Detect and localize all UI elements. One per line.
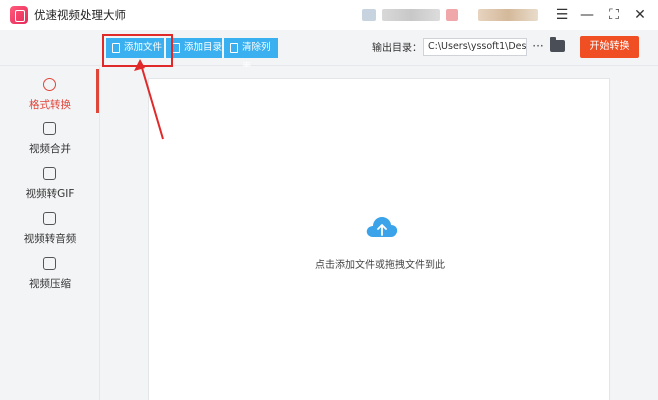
file-drop-zone[interactable]: 点击添加文件或拖拽文件到此 [148, 78, 610, 400]
sidebar: 格式转换 视频合并 视频转GIF 视频转音频 视频压缩 [0, 67, 100, 400]
sidebar-item-label: 视频转音频 [23, 233, 77, 245]
sidebar-item-format-convert[interactable]: 格式转换 [0, 78, 100, 122]
sidebar-item-video-merge[interactable]: 视频合并 [0, 122, 100, 166]
sidebar-item-label: 视频转GIF [25, 188, 75, 200]
app-logo-icon [10, 6, 28, 24]
compress-icon [43, 257, 56, 270]
folder-add-icon [172, 43, 180, 53]
blurred-avatar [362, 9, 376, 21]
output-dir-label: 输出目录： [372, 43, 422, 54]
trash-icon [230, 43, 238, 53]
sidebar-item-label: 格式转换 [29, 99, 71, 111]
sidebar-item-video-to-gif[interactable]: 视频转GIF [0, 167, 100, 211]
main-area: 点击添加文件或拖拽文件到此 [100, 67, 658, 400]
format-convert-icon [43, 78, 56, 91]
cloud-upload-icon [365, 215, 399, 239]
clear-list-button[interactable]: 清除列表 [224, 38, 278, 73]
sidebar-item-video-compress[interactable]: 视频压缩 [0, 257, 100, 301]
video-merge-icon [43, 122, 56, 135]
close-icon[interactable]: ✕ [630, 5, 650, 25]
blurred-badge [446, 9, 458, 21]
gif-icon [43, 167, 56, 180]
blurred-account-info [382, 9, 440, 21]
maximize-icon[interactable]: ⛶ [604, 5, 624, 25]
add-folder-button[interactable]: 添加目录 [166, 38, 222, 58]
sidebar-item-video-to-audio[interactable]: 视频转音频 [0, 212, 100, 256]
sidebar-item-label: 视频合并 [29, 143, 71, 155]
audio-icon [43, 212, 56, 225]
sidebar-item-label: 视频压缩 [29, 278, 71, 290]
blurred-user-name [478, 9, 538, 21]
output-dir-field[interactable]: C:\Users\yssoft1\Deskt [423, 38, 527, 56]
app-window: 优速视频处理大师 ☰ — ⛶ ✕ 添加文件 添加目录 清除列表 输出目录： C:… [0, 0, 658, 400]
add-folder-label: 添加目录 [184, 42, 223, 53]
menu-icon[interactable]: ☰ [552, 5, 572, 25]
minimize-icon[interactable]: — [577, 5, 597, 25]
start-convert-button[interactable]: 开始转换 [580, 36, 639, 58]
folder-icon[interactable] [550, 37, 565, 52]
more-options-icon[interactable]: ··· [531, 38, 545, 56]
app-title: 优速视频处理大师 [34, 8, 126, 22]
annotation-arrow [134, 59, 164, 140]
title-bar: 优速视频处理大师 ☰ — ⛶ ✕ [0, 0, 658, 30]
drop-hint-text: 点击添加文件或拖拽文件到此 [315, 260, 445, 271]
